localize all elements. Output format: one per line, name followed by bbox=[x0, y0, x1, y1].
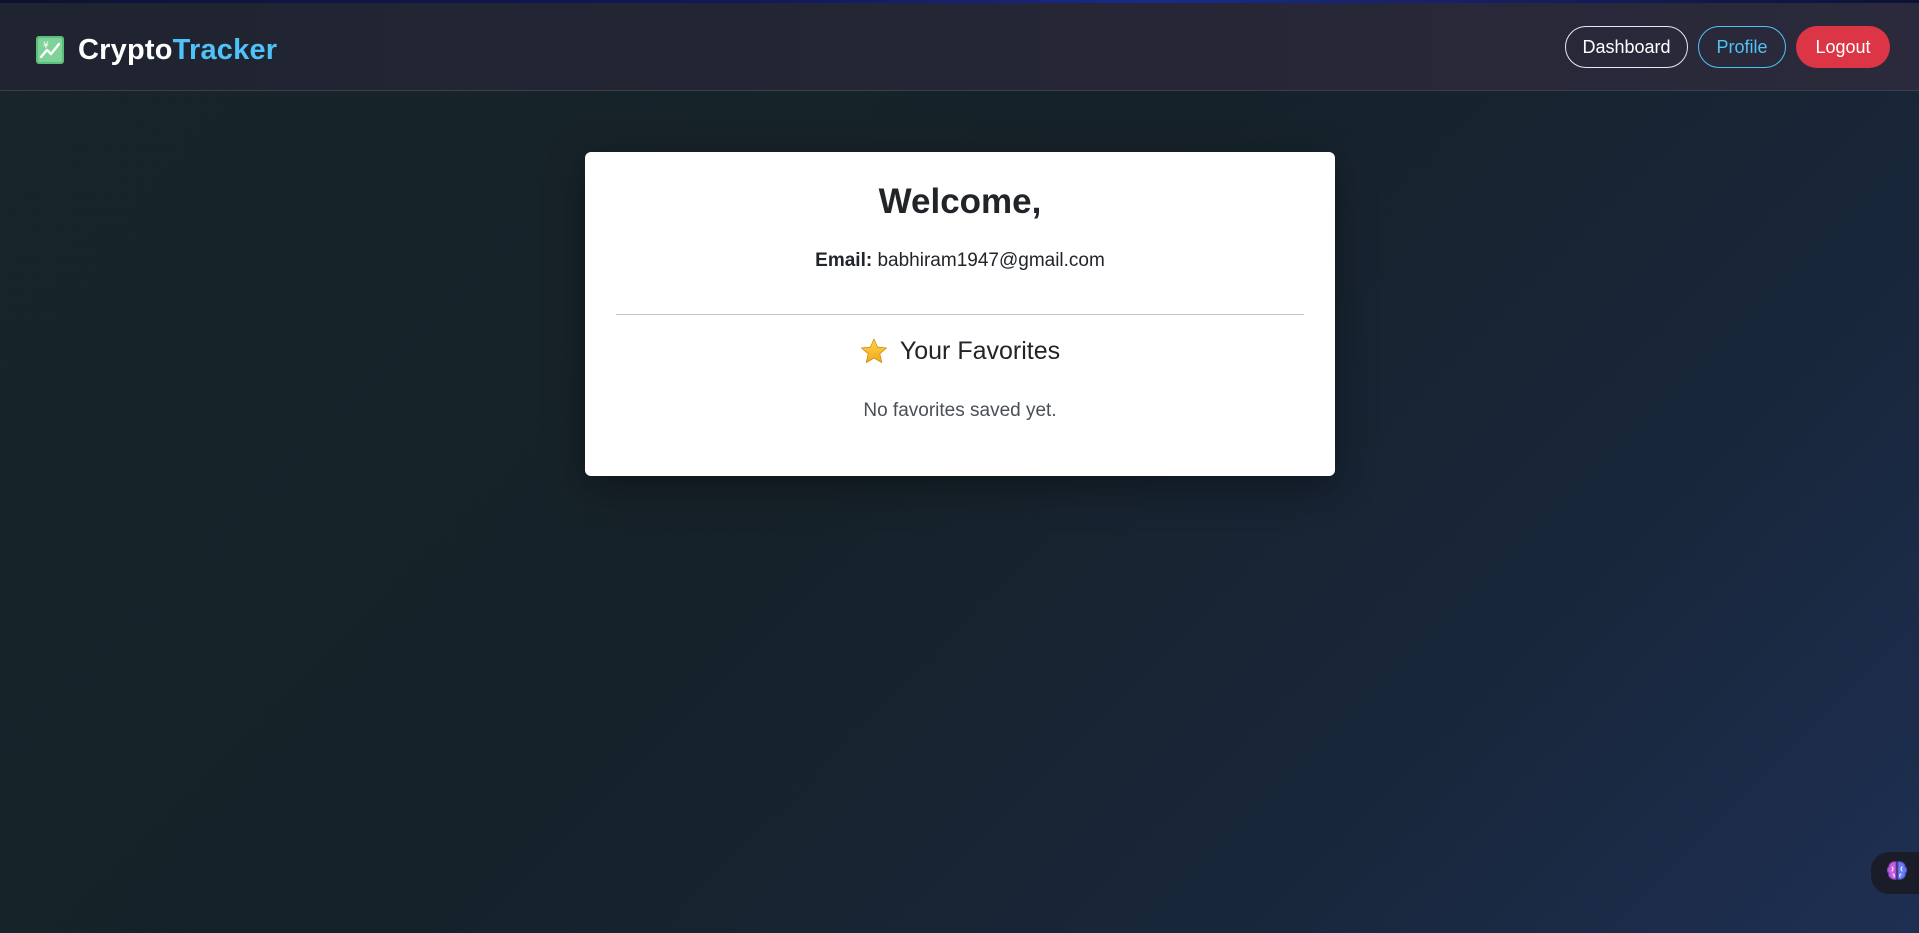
logout-button[interactable]: Logout bbox=[1796, 26, 1890, 68]
chart-increasing-icon: ¥ bbox=[36, 36, 64, 64]
brand-name: CryptoTracker bbox=[78, 33, 277, 67]
email-label: Email: bbox=[815, 250, 873, 271]
brand-name-first: Crypto bbox=[78, 34, 173, 66]
favorites-empty-message: No favorites saved yet. bbox=[863, 400, 1057, 421]
brand-name-second: Tracker bbox=[172, 34, 278, 66]
email-value: babhiram1947@gmail.com bbox=[877, 250, 1105, 271]
star-icon bbox=[860, 337, 888, 365]
favorites-heading: Your Favorites bbox=[585, 334, 1335, 368]
favorites-title: Your Favorites bbox=[899, 337, 1061, 365]
navbar: ¥ CryptoTracker Dashboard Profile Logout bbox=[0, 3, 1919, 91]
assistant-widget-button[interactable] bbox=[1871, 852, 1919, 894]
brain-icon bbox=[1884, 858, 1910, 889]
welcome-heading: Welcome, bbox=[878, 182, 1042, 221]
profile-card: Welcome, Email: babhiram1947@gmail.com Y… bbox=[585, 152, 1335, 476]
svg-text:¥: ¥ bbox=[43, 41, 49, 51]
brand-logo[interactable]: ¥ CryptoTracker bbox=[36, 33, 277, 67]
dashboard-button[interactable]: Dashboard bbox=[1565, 26, 1688, 68]
profile-button[interactable]: Profile bbox=[1698, 26, 1786, 68]
divider bbox=[616, 314, 1304, 315]
email-row: Email: babhiram1947@gmail.com bbox=[585, 248, 1335, 274]
